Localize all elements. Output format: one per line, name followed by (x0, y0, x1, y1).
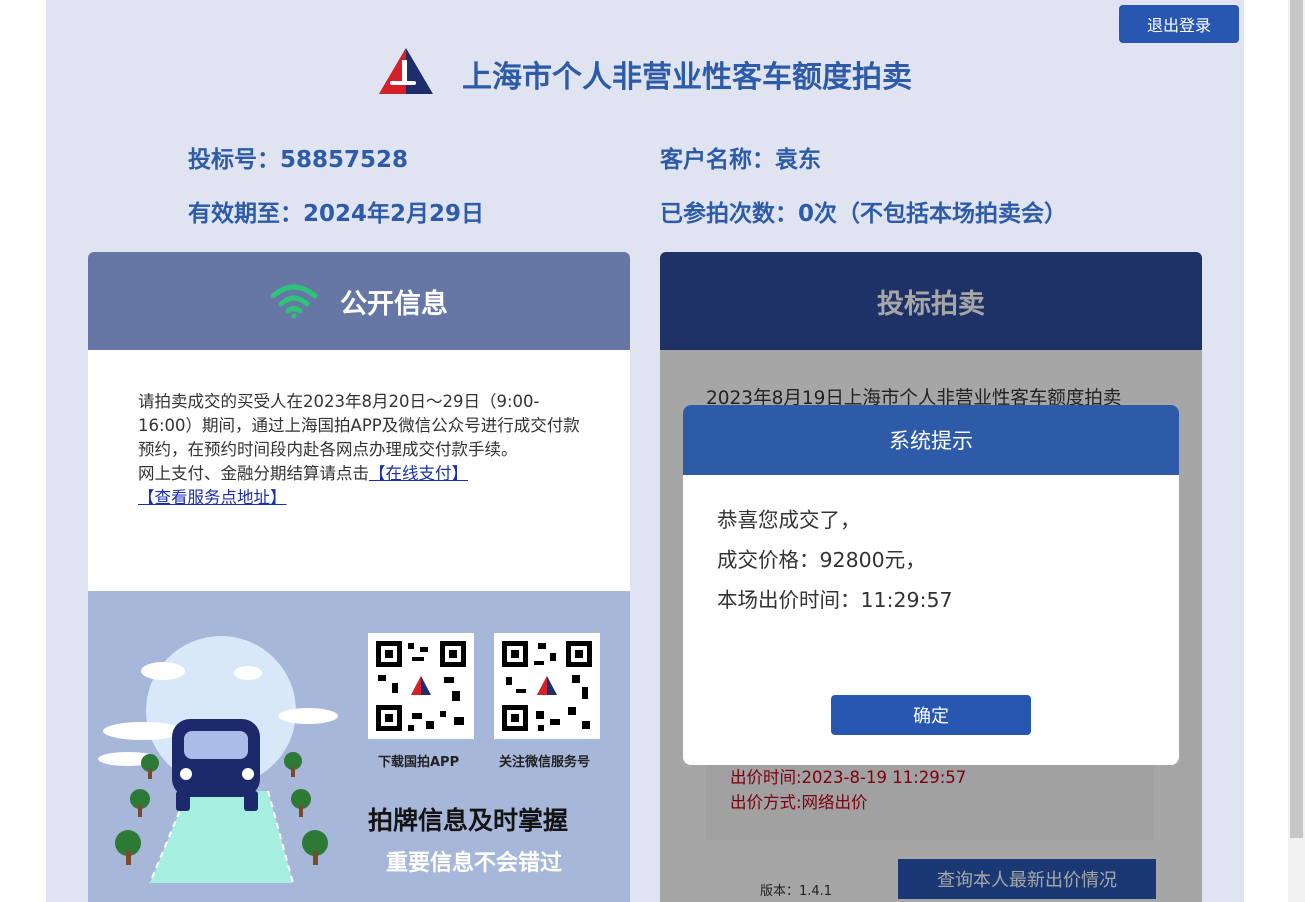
notice-text: 请拍卖成交的买受人在2023年8月20日～29日（9:00-16:00）期间，通… (138, 392, 580, 459)
wifi-icon (270, 284, 318, 319)
app-qr-code (368, 633, 474, 739)
system-dialog: 系统提示 恭喜您成交了， 成交价格：92800元， 本场出价时间：11:29:5… (683, 405, 1179, 765)
car-illustration-icon (98, 636, 338, 884)
public-info-header: 公开信息 (88, 252, 630, 350)
payment-text: 网上支付、金融分期结算请点击 (138, 464, 369, 483)
service-address-link[interactable]: 【查看服务点地址】 (138, 488, 287, 507)
valid-until: 有效期至：2024年2月29日 (188, 201, 485, 227)
auction-logo-icon (379, 48, 433, 94)
promo-headline: 拍牌信息及时掌握 (368, 806, 569, 835)
dialog-title: 系统提示 (683, 405, 1179, 475)
dialog-bid-time: 本场出价时间：11:29:57 (717, 588, 953, 612)
payment-notice: 请拍卖成交的买受人在2023年8月20日～29日（9:00-16:00）期间，通… (138, 390, 588, 510)
page-title: 上海市个人非营业性客车额度拍卖 (462, 60, 912, 95)
bid-number: 投标号：58857528 (188, 147, 409, 173)
qr-wechat-label: 关注微信服务号 (499, 755, 591, 770)
customer-name: 客户名称：袁东 (660, 147, 821, 173)
promo-subline: 重要信息不会错过 (386, 851, 563, 876)
dialog-price: 成交价格：92800元， (717, 548, 926, 572)
qr-app-label: 下载国拍APP (378, 755, 460, 770)
app-promo-banner: 下载国拍APP 关注微信服务号 拍牌信息及时掌握 重要信息不会错过 (88, 591, 630, 902)
participation-count: 已参拍次数：0次（不包括本场拍卖会） (660, 201, 1068, 227)
online-pay-link[interactable]: 【在线支付】 (369, 464, 468, 483)
public-info-panel: 公开信息 请拍卖成交的买受人在2023年8月20日～29日（9:00-16:00… (88, 252, 630, 902)
confirm-button[interactable]: 确定 (831, 695, 1031, 735)
wechat-qr-code (494, 633, 600, 739)
public-info-title: 公开信息 (340, 288, 448, 320)
dialog-congrats: 恭喜您成交了， (717, 508, 861, 532)
logout-button[interactable]: 退出登录 (1119, 5, 1239, 43)
scrollbar-thumb[interactable] (1290, 0, 1303, 838)
